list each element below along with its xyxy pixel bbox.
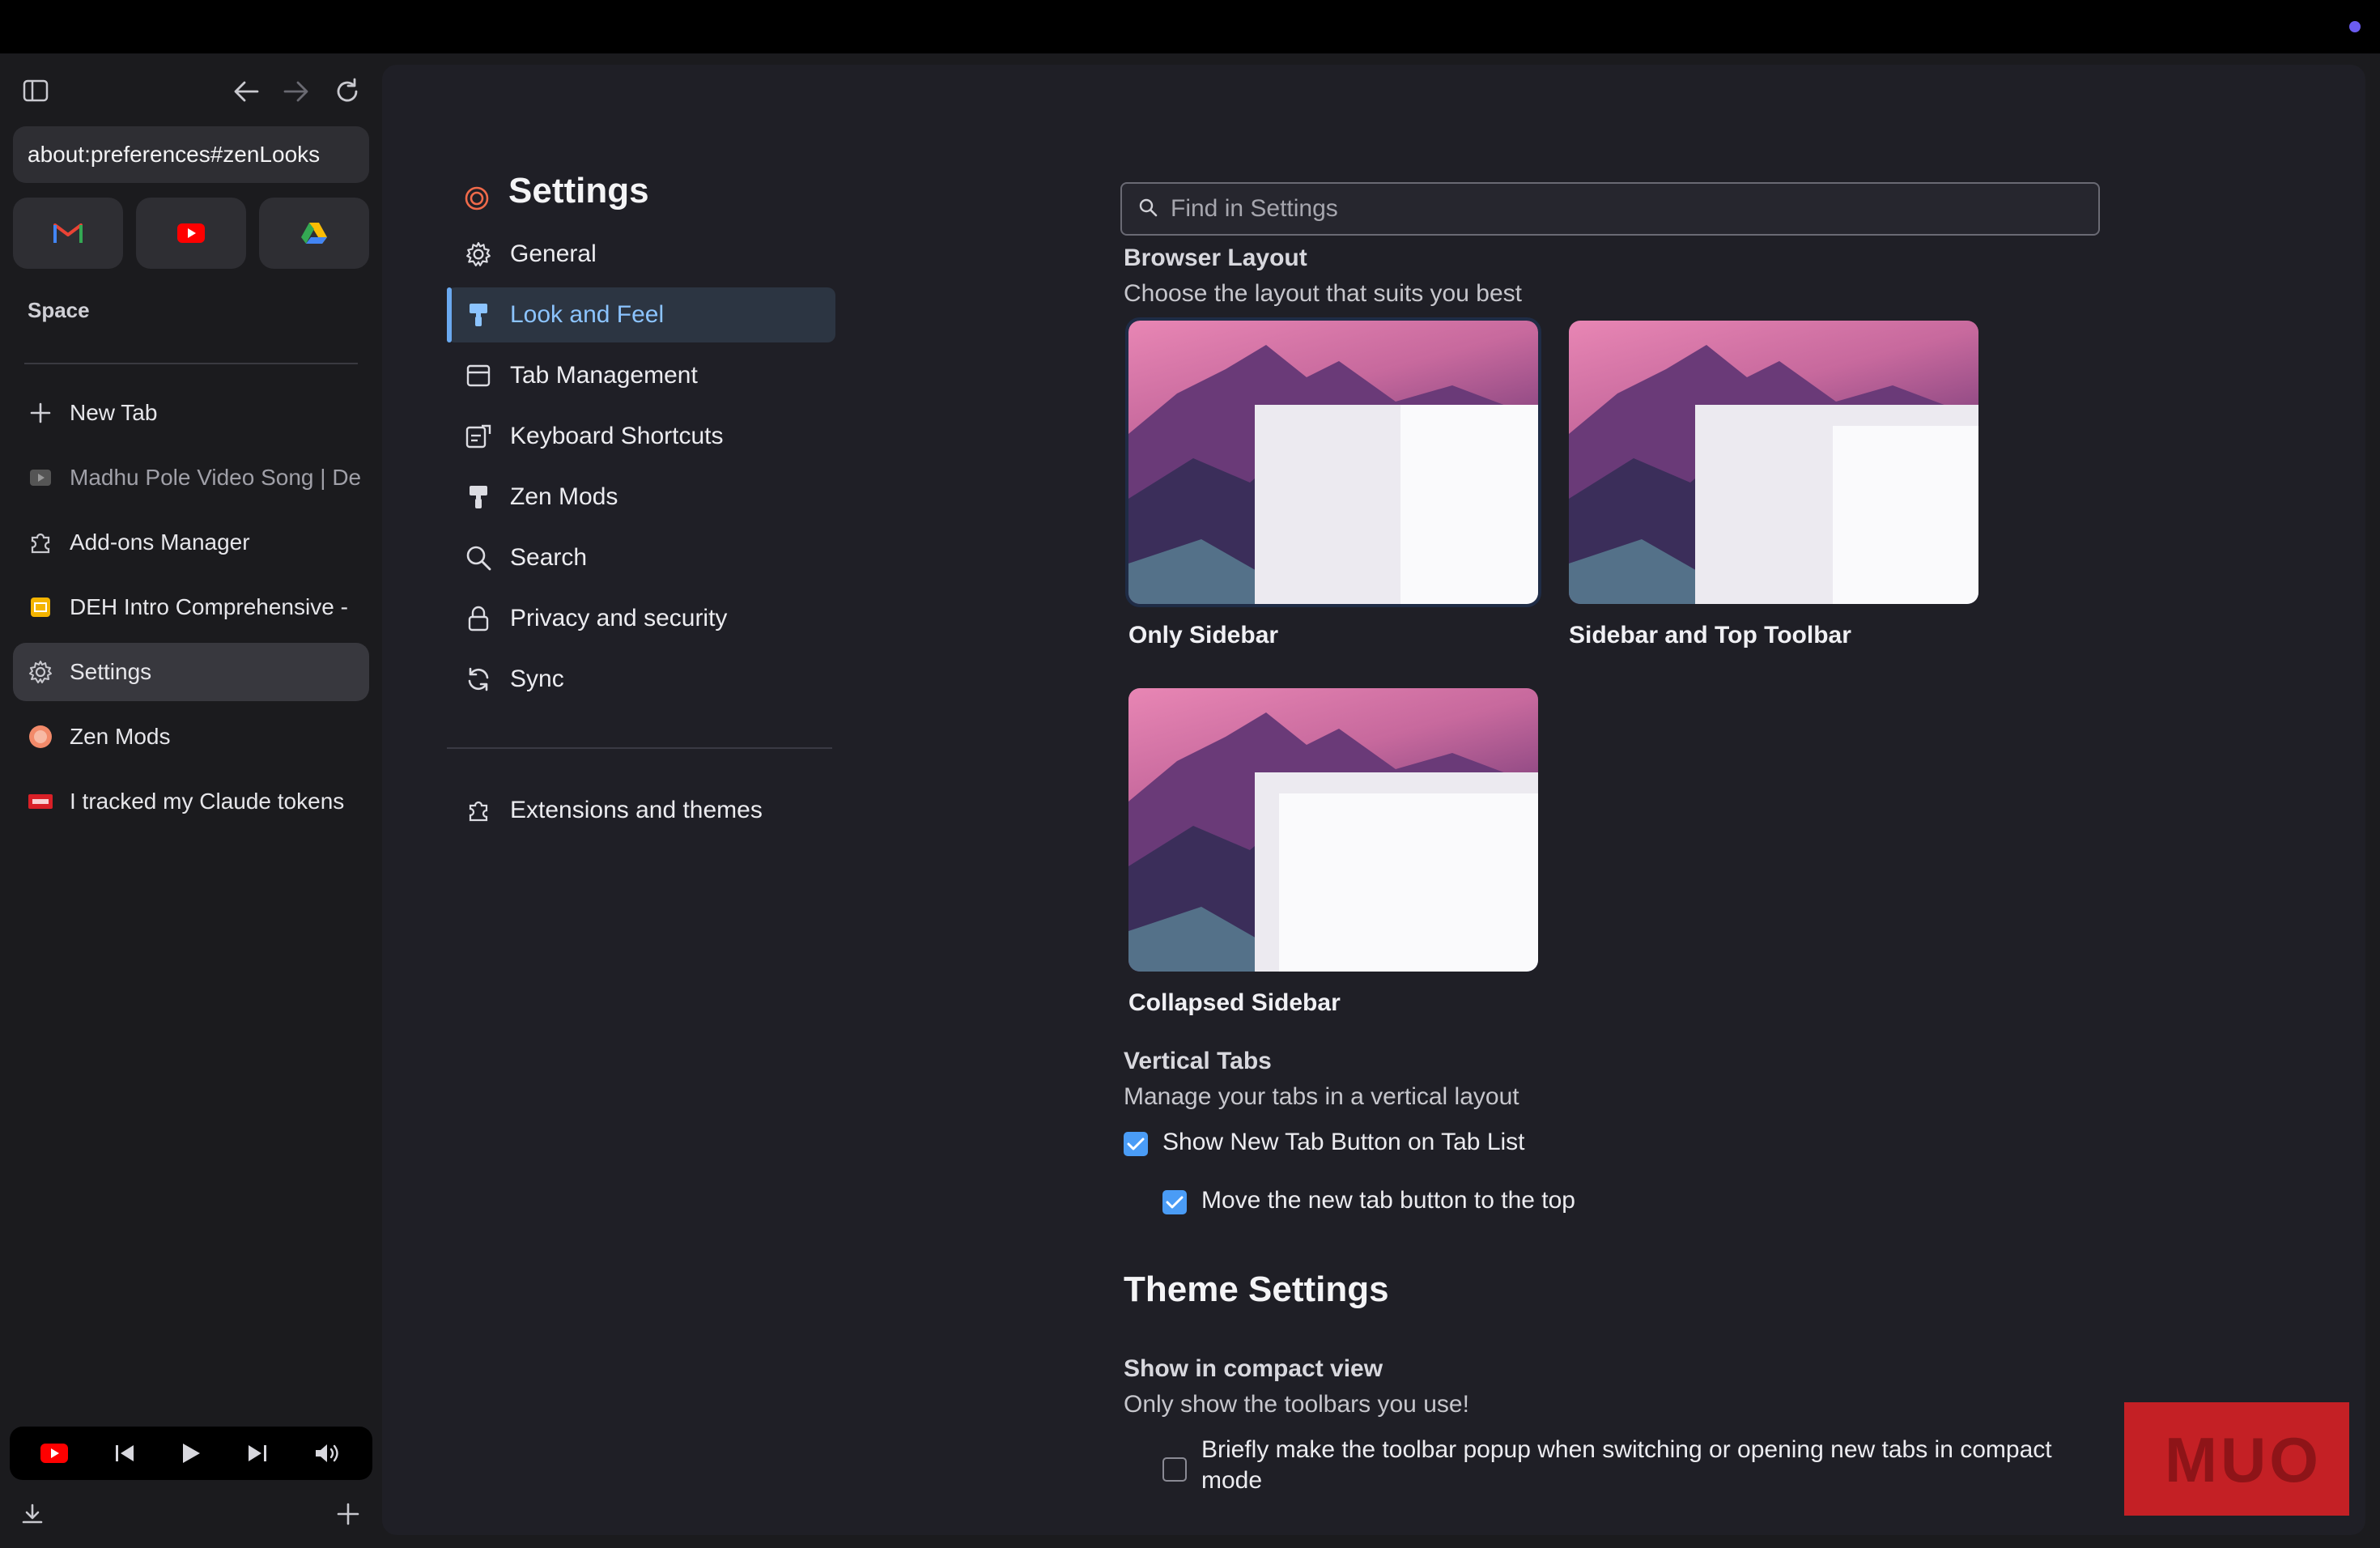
find-in-settings-input[interactable] bbox=[1171, 195, 2061, 223]
gear-icon bbox=[465, 240, 492, 268]
vertical-tabs-title: Vertical Tabs bbox=[1124, 1048, 1272, 1074]
tab-claude-tokens[interactable]: I tracked my Claude tokens bbox=[13, 772, 369, 831]
puzzle-icon bbox=[28, 529, 53, 555]
window-top-bar bbox=[0, 0, 2380, 53]
new-tab-button[interactable]: New Tab bbox=[13, 384, 369, 442]
muo-icon bbox=[28, 789, 53, 814]
nav-extensions-themes[interactable]: Extensions and themes bbox=[447, 783, 835, 838]
slides-icon bbox=[28, 594, 53, 620]
toolbar-popup-option[interactable]: Briefly make the toolbar popup when swit… bbox=[1162, 1435, 2102, 1496]
search-icon bbox=[1138, 198, 1158, 221]
play-icon[interactable] bbox=[181, 1442, 202, 1465]
media-controls bbox=[10, 1427, 372, 1480]
window-icon bbox=[465, 362, 492, 389]
back-arrow-icon[interactable] bbox=[233, 79, 259, 104]
nav-keyboard-shortcuts[interactable]: Keyboard Shortcuts bbox=[447, 409, 835, 464]
browser-layout-title: Browser Layout bbox=[1124, 245, 1307, 271]
youtube-icon bbox=[40, 1444, 69, 1463]
url-bar[interactable]: about:preferences#zenLooks bbox=[13, 126, 369, 183]
muo-watermark: MUO bbox=[2124, 1402, 2349, 1516]
add-space-icon[interactable] bbox=[337, 1503, 359, 1525]
tab-zen-mods[interactable]: Zen Mods bbox=[13, 708, 369, 766]
browser-sidebar: about:preferences#zenLooks Space New Tab… bbox=[0, 53, 380, 1548]
layout-preview-sidebar-top-toolbar bbox=[1569, 321, 1978, 604]
gear-icon bbox=[28, 659, 53, 685]
puzzle-icon bbox=[465, 797, 492, 824]
reload-icon[interactable] bbox=[334, 78, 361, 105]
move-new-tab-option[interactable]: Move the new tab button to the top bbox=[1162, 1187, 1575, 1214]
nav-general[interactable]: General bbox=[447, 227, 835, 282]
previous-track-icon[interactable] bbox=[114, 1443, 135, 1464]
nav-look-and-feel[interactable]: Look and Feel bbox=[447, 287, 835, 342]
paint-roller-icon bbox=[465, 483, 492, 511]
lock-icon bbox=[465, 605, 492, 632]
gmail-essential[interactable] bbox=[13, 198, 123, 269]
sidebar-toggle-icon[interactable] bbox=[23, 79, 49, 102]
find-in-settings[interactable] bbox=[1120, 182, 2100, 236]
download-icon[interactable] bbox=[21, 1503, 44, 1525]
drive-essential[interactable] bbox=[259, 198, 369, 269]
browser-layout-description: Choose the layout that suits you best bbox=[1124, 280, 1522, 307]
paint-roller-icon bbox=[465, 301, 492, 329]
compact-view-title: Show in compact view bbox=[1124, 1355, 1383, 1382]
layout-preview-collapsed-sidebar bbox=[1128, 688, 1538, 972]
tab-madhu-pole[interactable]: Madhu Pole Video Song | De bbox=[13, 449, 369, 507]
video-icon bbox=[28, 465, 53, 491]
tab-addons-manager[interactable]: Add-ons Manager bbox=[13, 513, 369, 572]
space-label: Space bbox=[28, 298, 90, 322]
essentials-row bbox=[13, 198, 369, 269]
layout-only-sidebar[interactable]: Only Sidebar bbox=[1125, 317, 1541, 649]
nav-zen-mods[interactable]: Zen Mods bbox=[447, 470, 835, 525]
sync-icon bbox=[465, 666, 492, 693]
compact-view-description: Only show the toolbars you use! bbox=[1124, 1391, 1469, 1418]
status-dot bbox=[2349, 21, 2361, 32]
vertical-tabs-description: Manage your tabs in a vertical layout bbox=[1124, 1083, 1519, 1110]
tab-list: New Tab Madhu Pole Video Song | De Add-o… bbox=[13, 384, 369, 837]
gmail-icon bbox=[53, 223, 83, 243]
sidebar-divider bbox=[24, 363, 358, 364]
toolbar-popup-checkbox[interactable] bbox=[1162, 1457, 1187, 1482]
volume-icon[interactable] bbox=[314, 1442, 342, 1465]
layout-sidebar-top-toolbar[interactable]: Sidebar and Top Toolbar bbox=[1569, 321, 1978, 649]
tab-settings[interactable]: Settings bbox=[13, 643, 369, 701]
move-new-tab-checkbox[interactable] bbox=[1162, 1190, 1187, 1214]
youtube-essential[interactable] bbox=[136, 198, 246, 269]
google-drive-icon bbox=[301, 223, 327, 244]
nav-privacy-security[interactable]: Privacy and security bbox=[447, 591, 835, 646]
settings-panel: Settings General Look and Feel Tab Manag… bbox=[382, 65, 2365, 1535]
nav-sync[interactable]: Sync bbox=[447, 652, 835, 707]
forward-arrow-icon[interactable] bbox=[283, 79, 309, 104]
plus-icon bbox=[28, 400, 53, 426]
nav-search[interactable]: Search bbox=[447, 530, 835, 585]
nav-divider bbox=[447, 747, 832, 749]
zen-icon bbox=[28, 724, 53, 750]
layout-collapsed-sidebar[interactable]: Collapsed Sidebar bbox=[1128, 688, 1538, 1017]
search-icon bbox=[465, 544, 492, 572]
show-new-tab-checkbox[interactable] bbox=[1124, 1132, 1148, 1156]
settings-title: Settings bbox=[447, 167, 835, 215]
keyboard-icon bbox=[465, 423, 492, 450]
tab-deh-intro[interactable]: DEH Intro Comprehensive - bbox=[13, 578, 369, 636]
theme-settings-title: Theme Settings bbox=[1124, 1269, 1389, 1309]
show-new-tab-option[interactable]: Show New Tab Button on Tab List bbox=[1124, 1129, 1525, 1156]
layout-preview-only-sidebar bbox=[1125, 317, 1541, 607]
settings-nav: Settings General Look and Feel Tab Manag… bbox=[447, 167, 835, 844]
nav-tab-management[interactable]: Tab Management bbox=[447, 348, 835, 403]
next-track-icon[interactable] bbox=[247, 1443, 268, 1464]
youtube-icon bbox=[177, 223, 205, 243]
zen-logo-icon bbox=[465, 179, 489, 211]
